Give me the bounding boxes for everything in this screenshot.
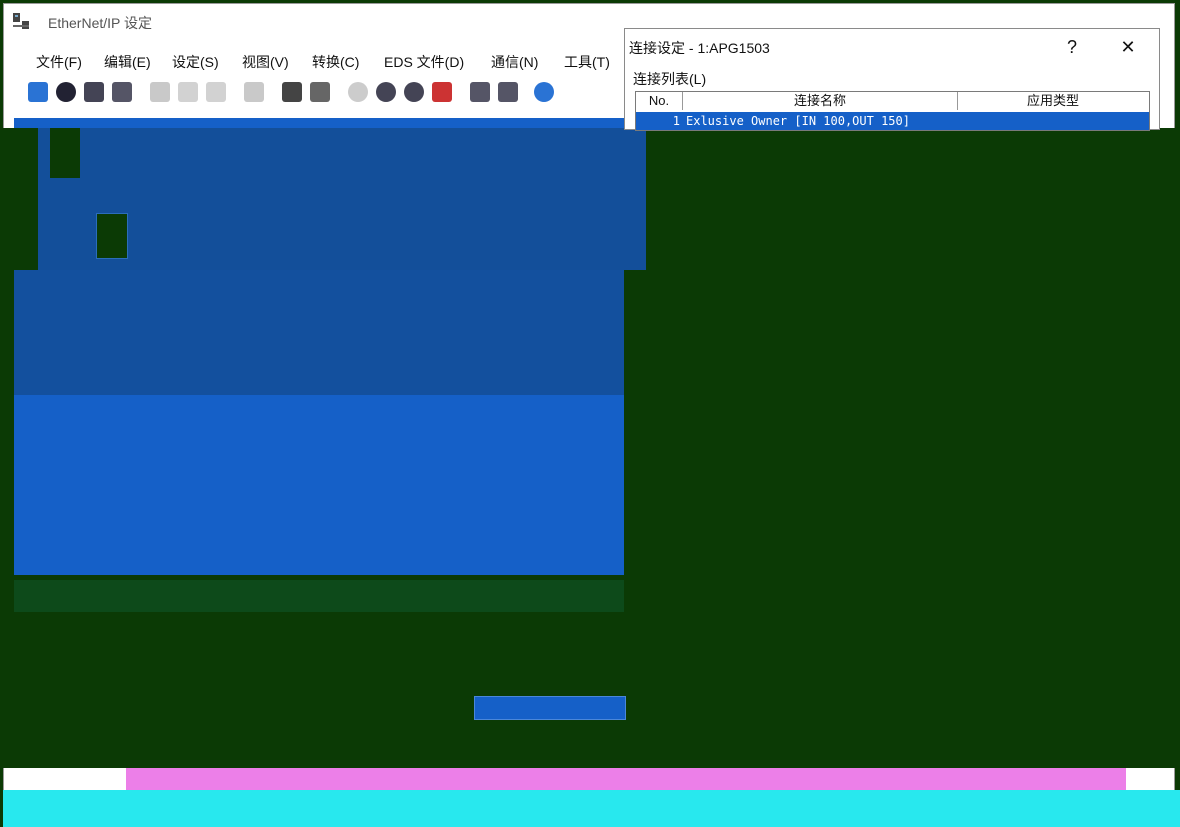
menu-communication[interactable]: 通信(N) (491, 52, 538, 72)
connection-table: No. 连接名称 应用类型 1 Exlusive Owner [IN 100,O… (635, 91, 1150, 131)
paste-icon[interactable] (206, 82, 226, 102)
device-icon[interactable] (112, 82, 132, 102)
help-icon[interactable] (534, 82, 554, 102)
copy-icon[interactable] (178, 82, 198, 102)
import-icon[interactable] (28, 82, 48, 102)
menu-settings[interactable]: 设定(S) (172, 52, 219, 72)
cut-icon[interactable] (150, 82, 170, 102)
help-button[interactable]: ? (1057, 35, 1087, 59)
sd-icon[interactable] (282, 82, 302, 102)
column-connection-name[interactable]: 连接名称 (683, 92, 958, 110)
menu-view[interactable]: 视图(V) (242, 52, 289, 72)
column-no[interactable]: No. (636, 92, 683, 110)
workspace-bottom (14, 395, 624, 575)
window-title: EtherNet/IP 设定 (48, 15, 153, 31)
column-application-type[interactable]: 应用类型 (958, 92, 1148, 110)
close-button[interactable]: ✕ (1113, 35, 1143, 59)
dialog-title: 连接设定 - 1:APG1503 (629, 40, 770, 56)
network-icon[interactable] (84, 82, 104, 102)
row-no: 1 (672, 114, 680, 128)
device-node[interactable] (96, 213, 128, 259)
eip-icon[interactable] (404, 82, 424, 102)
connection-tag (474, 696, 626, 720)
app-icon (13, 13, 29, 29)
connection-list-label: 连接列表(L) (633, 71, 707, 87)
menu-eds-file[interactable]: EDS 文件(D) (384, 52, 464, 72)
menu-tools[interactable]: 工具(T) (564, 52, 610, 72)
toolbar (4, 76, 624, 108)
online-icon[interactable] (348, 82, 368, 102)
menu-edit[interactable]: 编辑(E) (104, 52, 151, 72)
network-node-panel (38, 128, 646, 270)
horizontal-scrollbar[interactable] (14, 580, 624, 612)
device-monitor-icon[interactable] (376, 82, 396, 102)
info-icon[interactable] (56, 82, 76, 102)
connection-settings-dialog: 连接设定 - 1:APG1503 ? ✕ 连接列表(L) No. 连接名称 应用… (624, 28, 1160, 131)
dialog-title-bar: 连接设定 - 1:APG1503 ? ✕ (625, 29, 1159, 63)
register-icon[interactable] (432, 82, 452, 102)
menu-file[interactable]: 文件(F) (36, 52, 82, 72)
menu-convert[interactable]: 转换(C) (312, 52, 359, 72)
settings-icon[interactable] (498, 82, 518, 102)
table-row[interactable]: 1 Exlusive Owner [IN 100,OUT 150] (636, 112, 1149, 130)
row-connection-name: Exlusive Owner [IN 100,OUT 150] (686, 114, 910, 128)
bottom-artifact-stripe (126, 768, 1126, 790)
workspace-lower (14, 270, 624, 395)
controller-node[interactable] (50, 128, 80, 178)
find-icon[interactable] (470, 82, 490, 102)
menu-bar: 文件(F) 编辑(E) 设定(S) 视图(V) 转换(C) EDS 文件(D) … (4, 42, 624, 76)
title-bar: EtherNet/IP 设定 (4, 4, 624, 40)
node-icon[interactable] (244, 82, 264, 102)
tag-icon[interactable] (310, 82, 330, 102)
bottom-artifact-band (3, 790, 1180, 827)
